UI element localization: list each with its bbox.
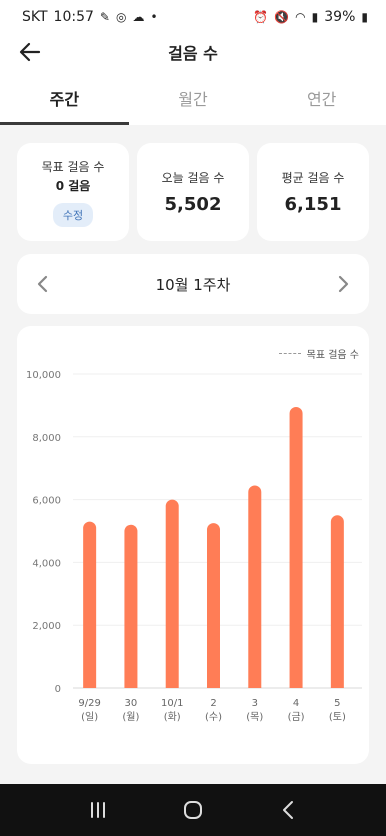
week-navigator: 10월 1주차 <box>17 254 369 314</box>
tab-weekly[interactable]: 주간 <box>0 70 129 125</box>
x-tick-label: 30 <box>125 698 138 709</box>
x-tick-label: (수) <box>205 711 222 723</box>
steps-bar <box>83 521 97 688</box>
average-steps-value: 6,151 <box>284 194 342 215</box>
chevron-right-icon <box>338 275 349 293</box>
previous-week-button[interactable] <box>31 272 55 296</box>
mute-icon: 🔇 <box>274 10 290 24</box>
week-label: 10월 1주차 <box>155 275 231 294</box>
home-icon <box>183 801 202 819</box>
x-tick-label: 2 <box>210 698 216 709</box>
steps-chart-card: 목표 걸음 수 0 2,000 4,000 6,000 8,000 10,000 9/29(… <box>17 326 369 764</box>
steps-bar-chart: 0 2,000 4,000 6,000 8,000 10,000 9/29 (일) 30 (월) 1… <box>26 370 362 723</box>
average-steps-label: 평균 걸음 수 <box>281 171 345 185</box>
chevron-left-icon <box>37 275 48 293</box>
recent-apps-icon <box>90 802 105 818</box>
steps-bar <box>289 406 303 688</box>
steps-bar <box>124 524 138 688</box>
system-nav-bar <box>0 784 386 836</box>
back-button[interactable] <box>16 38 44 66</box>
carrier-label: SKT <box>22 9 48 25</box>
more-dot-icon: • <box>150 10 158 24</box>
clock: 10:57 <box>53 9 94 25</box>
steps-bar <box>248 485 262 688</box>
battery-level: 39% <box>324 9 356 25</box>
average-steps-card: 평균 걸음 수 6,151 <box>257 143 369 241</box>
arrow-left-icon <box>19 42 41 62</box>
x-tick-label: (월) <box>122 711 139 723</box>
y-tick-label: 4,000 <box>32 558 61 569</box>
page-title: 걸음 수 <box>168 44 218 63</box>
today-steps-value: 5,502 <box>164 194 222 215</box>
x-tick-label: 5 <box>334 698 340 709</box>
edit-goal-button[interactable]: 수정 <box>52 202 94 227</box>
home-button[interactable] <box>173 790 213 830</box>
y-tick-label: 8,000 <box>32 433 61 444</box>
instagram-icon: ◎ <box>115 10 127 24</box>
y-tick-label: 6,000 <box>32 496 61 507</box>
steps-bar <box>207 523 220 688</box>
x-tick-label: (일) <box>81 711 98 723</box>
period-tabs: 주간 월간 연간 <box>0 70 386 125</box>
goal-steps-card: 목표 걸음 수 0 걸음 수정 <box>17 143 129 241</box>
tab-yearly[interactable]: 연간 <box>257 70 386 125</box>
app-bar: 걸음 수 <box>0 34 386 70</box>
alarm-icon: ⏰ <box>253 10 269 24</box>
y-tick-label: 10,000 <box>26 370 61 381</box>
x-tick-label: (토) <box>329 712 346 723</box>
goal-steps-label: 목표 걸음 수 <box>41 159 105 174</box>
today-steps-label: 오늘 걸음 수 <box>161 171 225 185</box>
tab-monthly[interactable]: 월간 <box>129 70 258 125</box>
notification-icon: ✎ <box>99 10 110 24</box>
next-week-button[interactable] <box>331 272 355 296</box>
steps-bar <box>165 499 179 688</box>
x-tick-label: (목) <box>246 711 263 723</box>
today-steps-card: 오늘 걸음 수 5,502 <box>137 143 249 241</box>
x-tick-label: 4 <box>293 698 299 709</box>
x-tick-label: 9/29 <box>78 698 100 709</box>
x-tick-label: (화) <box>164 711 181 723</box>
steps-bar <box>330 515 344 688</box>
x-tick-label: (금) <box>288 711 305 723</box>
signal-icon: ▮ <box>311 10 319 24</box>
y-tick-label: 2,000 <box>32 621 61 632</box>
recent-apps-button[interactable] <box>78 790 118 830</box>
cloud-icon: ☁ <box>132 10 145 24</box>
x-tick-label: 3 <box>252 698 258 709</box>
battery-icon: ▮ <box>361 10 368 24</box>
x-tick-label: 10/1 <box>161 698 183 709</box>
status-bar: SKT 10:57 ✎ ◎ ☁ • ⏰ 🔇 ◠ ▮ 39% ▮ <box>0 0 386 34</box>
y-tick-label: 0 <box>55 684 61 695</box>
system-back-button[interactable] <box>268 790 308 830</box>
goal-steps-value: 0 걸음 <box>55 178 91 193</box>
back-chevron-icon <box>283 801 294 819</box>
wifi-icon: ◠ <box>295 10 306 24</box>
